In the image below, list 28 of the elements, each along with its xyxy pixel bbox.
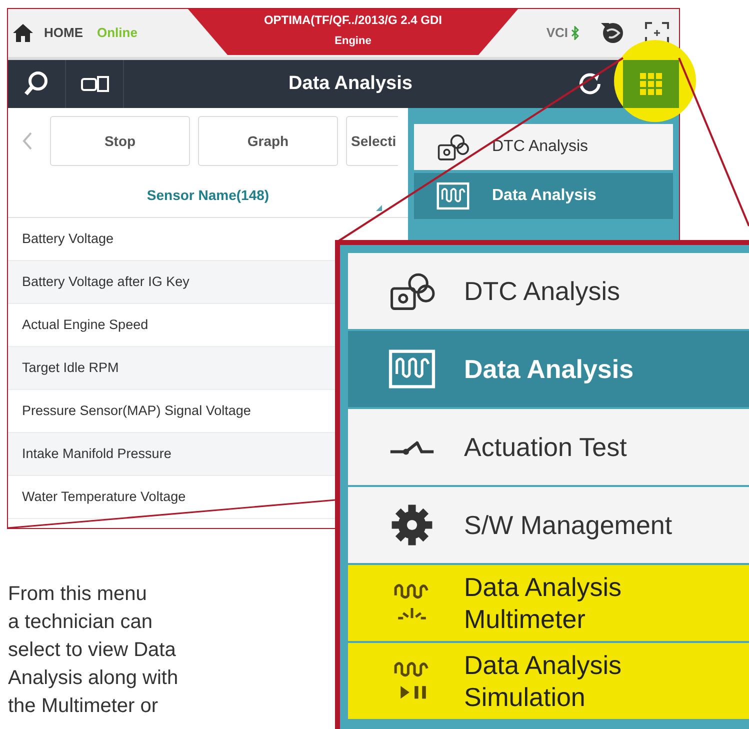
home-label[interactable]: HOME: [44, 23, 83, 43]
search-icon: [22, 70, 50, 98]
vehicle-name: OPTIMA(TF/QF../2013/G 2.4 GDI: [264, 12, 442, 29]
toolbar-button[interactable]: Graph: [198, 116, 338, 166]
menu-item[interactable]: Data Analysis Simulation: [348, 643, 749, 719]
screen-title: Data Analysis: [288, 72, 414, 96]
waveform-icon: [436, 180, 470, 212]
menu-item[interactable]: Actuation Test: [348, 409, 749, 485]
menu-item[interactable]: Data Analysis: [414, 173, 673, 219]
menu-item[interactable]: Data Analysis: [348, 331, 749, 407]
menu-item[interactable]: DTC Analysis: [414, 124, 673, 170]
refresh-icon[interactable]: [577, 71, 603, 97]
sort-corner-icon: [376, 205, 382, 211]
toolbar-button[interactable]: Stop: [50, 116, 190, 166]
bluetooth-icon: [571, 26, 579, 40]
caption-text: From this menu a technician can select to view Data Analysis along with the Multimeter or: [8, 582, 180, 719]
vci-label: VCI: [546, 24, 568, 42]
car-document-icon: [80, 75, 110, 93]
column-title: Sensor Name(148): [146, 186, 270, 205]
menu-item[interactable]: S/W Management: [348, 487, 749, 563]
home-icon[interactable]: [12, 23, 34, 43]
system-name: Engine: [334, 34, 372, 49]
grid-icon: [640, 73, 662, 95]
menu-item[interactable]: DTC Analysis: [348, 253, 749, 329]
toolbar-button[interactable]: Selecti: [346, 116, 398, 166]
menu-item[interactable]: Data Analysis Multimeter: [348, 565, 749, 641]
menu-grid-button[interactable]: [623, 60, 679, 108]
status-label: Online: [97, 24, 138, 42]
